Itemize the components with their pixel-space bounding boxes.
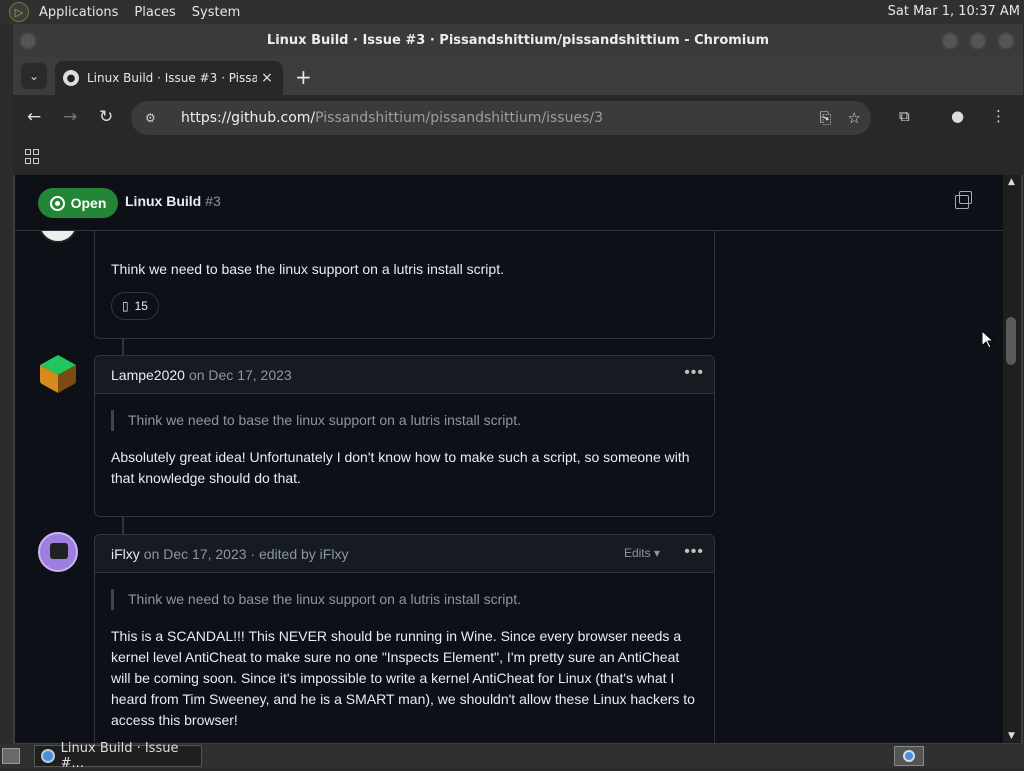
- tab-active[interactable]: ● Linux Build · Issue #3 · Pissandshitti…: [55, 61, 283, 95]
- comment-card: Think we need to base the linux support …: [94, 215, 715, 339]
- bottom-taskbar: Linux Build · Issue #...: [0, 741, 1024, 771]
- scroll-up-icon[interactable]: ▲: [1008, 177, 1015, 187]
- distro-logo-icon[interactable]: ▷: [9, 2, 29, 22]
- page-scrollbar[interactable]: ▲ ▼: [1003, 175, 1021, 743]
- apps-grid-icon[interactable]: [25, 149, 41, 165]
- window-title: Linux Build · Issue #3 · Pissandshittium…: [266, 33, 770, 48]
- issue-title: Linux Build #3: [125, 193, 221, 209]
- reaction-button[interactable]: ▯ 15: [111, 292, 159, 320]
- mouse-cursor-icon: [982, 331, 994, 349]
- taskbar-window-button[interactable]: Linux Build · Issue #...: [34, 741, 202, 771]
- taskbar-window-label: Linux Build · Issue #...: [60, 741, 179, 771]
- scroll-down-icon[interactable]: ▼: [1008, 731, 1015, 741]
- avatar[interactable]: [38, 353, 78, 393]
- issue-title-text: Linux Build: [125, 193, 202, 209]
- comment-options-icon[interactable]: •••: [684, 364, 704, 382]
- applications-menu[interactable]: Applications: [31, 5, 126, 20]
- github-icon: ●: [63, 70, 79, 86]
- profile-icon[interactable]: ●: [951, 107, 964, 125]
- timeline-connector: [122, 338, 124, 355]
- extensions-icon[interactable]: ⧉: [899, 107, 910, 125]
- window-menu-icon[interactable]: [19, 32, 37, 50]
- forward-icon[interactable]: →: [63, 107, 77, 127]
- issue-state-badge: Open: [38, 188, 118, 218]
- url-path: Pissandshittium/pissandshittium/issues/3: [315, 110, 603, 126]
- top-panel: ▷ Applications Places System Sat Mar 1, …: [0, 0, 1024, 24]
- avatar[interactable]: [38, 532, 78, 572]
- site-info-icon[interactable]: ⚙: [145, 111, 169, 125]
- avatar-figure: [50, 543, 68, 559]
- url-host: https://github.com/: [181, 110, 316, 126]
- show-desktop-icon[interactable]: [2, 748, 20, 764]
- tab-title: Linux Build · Issue #3 · Pissandshittium: [87, 71, 257, 85]
- comment-body: Absolutely great idea! Unfortunately I d…: [111, 449, 690, 486]
- tab-strip: ⌄ ● Linux Build · Issue #3 · Pissandshit…: [13, 57, 1023, 95]
- browser-toolbar: ← → ↻ ⚙ https://github.com/Pissandshitti…: [13, 95, 1023, 141]
- issue-open-icon: [49, 195, 65, 211]
- copy-link-icon[interactable]: [955, 191, 972, 209]
- tray-chromium-icon[interactable]: [894, 746, 924, 766]
- system-menu[interactable]: System: [184, 5, 248, 20]
- issue-sticky-header: Open Linux Build #3: [15, 175, 1003, 231]
- address-bar[interactable]: ⚙ https://github.com/Pissandshittium/pis…: [131, 101, 871, 135]
- comment-body: This is a SCANDAL!!! This NEVER should b…: [111, 628, 695, 728]
- comment-header: Lampe2020 on Dec 17, 2023 •••: [95, 356, 714, 394]
- cube-avatar-icon: [40, 355, 76, 393]
- back-icon[interactable]: ←: [27, 107, 41, 127]
- new-tab-button[interactable]: +: [295, 65, 312, 89]
- comment-author[interactable]: Lampe2020: [111, 367, 185, 383]
- reaction-count: 15: [134, 298, 148, 313]
- browser-window: Linux Build · Issue #3 · Pissandshittium…: [13, 24, 1023, 744]
- comment-body: Think we need to base the linux support …: [111, 261, 504, 277]
- tab-close-icon[interactable]: ×: [257, 70, 277, 86]
- minimize-icon[interactable]: [941, 32, 959, 50]
- edits-dropdown[interactable]: Edits ▾: [624, 546, 660, 560]
- comment-date[interactable]: on Dec 17, 2023 · edited by iFlxy: [144, 546, 349, 562]
- close-window-icon[interactable]: [997, 32, 1015, 50]
- tab-search-button[interactable]: ⌄: [21, 63, 47, 89]
- comment-card: iFlxy on Dec 17, 2023 · edited by iFlxy …: [94, 534, 715, 743]
- menu-kebab-icon[interactable]: ⋮: [991, 107, 1006, 125]
- comment-date[interactable]: on Dec 17, 2023: [189, 367, 292, 383]
- bookmarks-bar: [13, 141, 1023, 175]
- thumbs-up-icon: ▯: [122, 298, 129, 313]
- quote-block: Think we need to base the linux support …: [111, 589, 698, 610]
- install-app-icon[interactable]: ⎘: [820, 109, 832, 127]
- window-titlebar[interactable]: Linux Build · Issue #3 · Pissandshittium…: [13, 24, 1023, 57]
- clock[interactable]: Sat Mar 1, 10:37 AM: [888, 4, 1020, 19]
- comment-author[interactable]: iFlxy: [111, 546, 140, 562]
- reload-icon[interactable]: ↻: [99, 107, 113, 127]
- edits-label: Edits: [623, 546, 651, 560]
- maximize-icon[interactable]: [969, 32, 987, 50]
- places-menu[interactable]: Places: [126, 5, 183, 20]
- chromium-icon: [41, 749, 55, 763]
- page-content: Open Linux Build #3 Think we need to base…: [15, 175, 1003, 743]
- issue-state-label: Open: [70, 195, 107, 211]
- timeline-connector: [122, 517, 124, 534]
- bookmark-star-icon[interactable]: ☆: [848, 109, 861, 127]
- scroll-thumb[interactable]: [1006, 317, 1016, 365]
- issue-number: #3: [205, 193, 221, 209]
- url-text[interactable]: https://github.com/Pissandshittium/pissa…: [181, 110, 603, 126]
- comment-options-icon[interactable]: •••: [684, 543, 704, 561]
- comment-card: Lampe2020 on Dec 17, 2023 ••• Think we n…: [94, 355, 715, 517]
- quote-block: Think we need to base the linux support …: [111, 410, 698, 431]
- comment-header: iFlxy on Dec 17, 2023 · edited by iFlxy …: [95, 535, 714, 573]
